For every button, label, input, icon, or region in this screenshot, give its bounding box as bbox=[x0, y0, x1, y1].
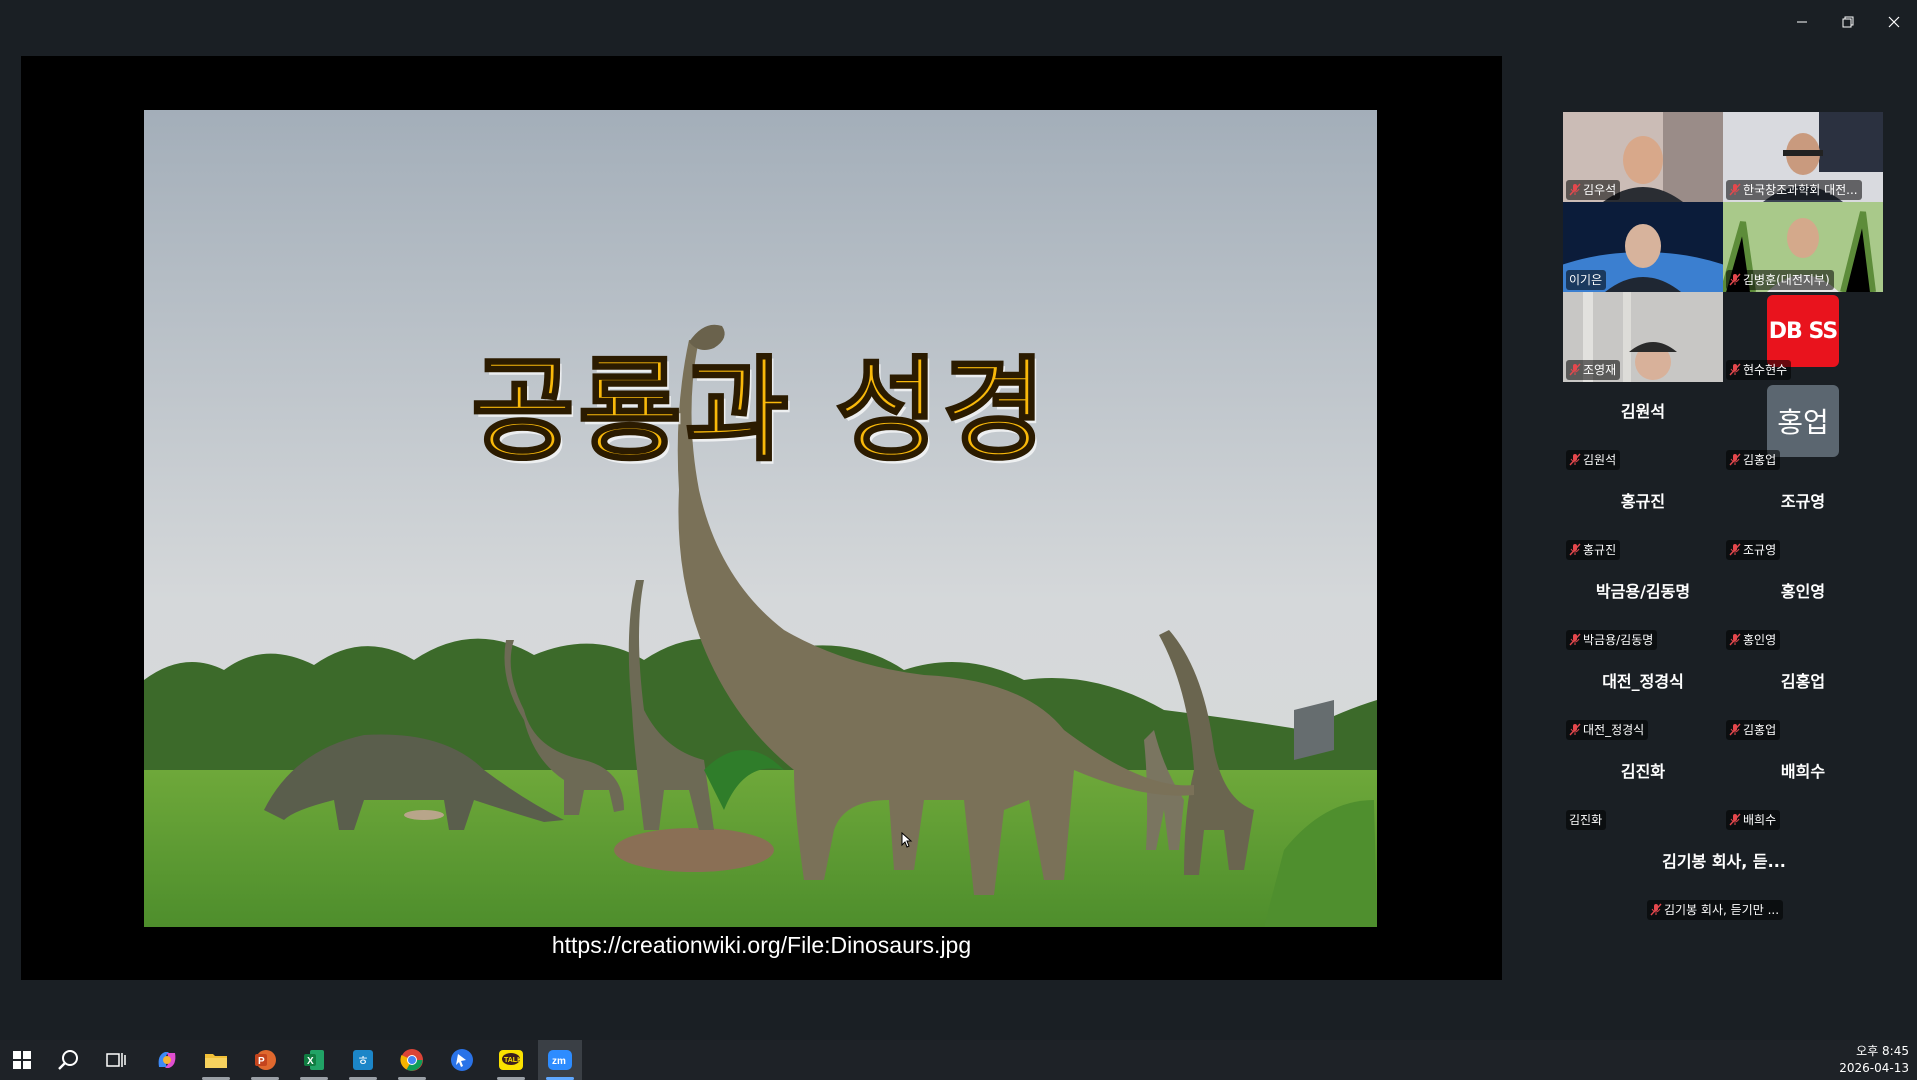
profile-badge: 홍업 bbox=[1767, 385, 1839, 457]
participant-label: 배희수 bbox=[1726, 810, 1781, 830]
avatar-tile[interactable]: 김기봉 회사, 듣... 김기봉 회사, 듣기만 ... bbox=[1644, 832, 1804, 922]
windows-start-icon[interactable] bbox=[0, 1040, 44, 1080]
window-controls bbox=[1779, 0, 1917, 44]
participant-label: 조영재 bbox=[1566, 360, 1621, 380]
mic-muted-icon bbox=[1729, 273, 1741, 286]
avatar-tile[interactable]: DB SS 현수현수 bbox=[1723, 292, 1883, 382]
avatar-tile[interactable]: 김진화 김진화 bbox=[1563, 742, 1723, 832]
participant-label: 김병훈(대전지부) bbox=[1726, 270, 1834, 290]
participant-display-name: 김홍업 bbox=[1780, 672, 1826, 691]
avatar-tile[interactable]: 김홍업 김홍업 bbox=[1723, 652, 1883, 742]
avatar-tile[interactable]: 배희수 배희수 bbox=[1723, 742, 1883, 832]
hancom-word-icon[interactable]: ㅎ bbox=[341, 1040, 385, 1080]
chrome-icon[interactable] bbox=[390, 1040, 434, 1080]
participant-display-name: 김진화 bbox=[1620, 762, 1666, 781]
participant-label: 홍규진 bbox=[1566, 540, 1621, 560]
participant-label: 김원석 bbox=[1566, 450, 1621, 470]
avatar-tile[interactable]: 조규영 조규영 bbox=[1723, 472, 1883, 562]
minimize-button[interactable] bbox=[1779, 0, 1825, 44]
participant-label: 홍인영 bbox=[1726, 630, 1781, 650]
participant-display-name: 조규영 bbox=[1780, 492, 1826, 511]
video-tile[interactable]: 한국창조과학회 대전... bbox=[1723, 112, 1883, 202]
mic-muted-icon bbox=[1729, 543, 1741, 556]
participant-display-name: 홍규진 bbox=[1620, 492, 1666, 511]
participant-label: 김기봉 회사, 듣기만 ... bbox=[1647, 900, 1784, 920]
powerpoint-icon[interactable]: P bbox=[243, 1040, 287, 1080]
search-icon[interactable] bbox=[46, 1040, 90, 1080]
svg-text:ㅎ: ㅎ bbox=[357, 1054, 369, 1069]
system-clock[interactable]: 오후 8:45 2026-04-13 bbox=[1839, 1043, 1909, 1077]
avatar-tile[interactable]: 김원석 김원석 bbox=[1563, 382, 1723, 472]
clock-date: 2026-04-13 bbox=[1839, 1061, 1909, 1075]
avatar-tile[interactable]: 대전_정경식 대전_정경식 bbox=[1563, 652, 1723, 742]
app-blue-icon[interactable] bbox=[440, 1040, 484, 1080]
kakaotalk-icon[interactable]: TALK bbox=[489, 1040, 533, 1080]
participant-label: 김홍업 bbox=[1726, 450, 1781, 470]
zoom-icon[interactable]: zm bbox=[538, 1040, 582, 1080]
taskbar: P X ㅎ TALK zm 오후 8:45 2026-04-13 bbox=[0, 1040, 1917, 1080]
participant-gallery: 김우석 한국창조과학회 대전... 이기은 김병훈(대전지부) 조영재 DB S… bbox=[1563, 112, 1885, 922]
svg-text:TALK: TALK bbox=[504, 1057, 522, 1064]
participant-label: 현수현수 bbox=[1726, 360, 1792, 380]
video-tile[interactable]: 김우석 bbox=[1563, 112, 1723, 202]
excel-icon[interactable]: X bbox=[292, 1040, 336, 1080]
task-view-icon[interactable] bbox=[94, 1040, 138, 1080]
mic-muted-icon bbox=[1729, 453, 1741, 466]
participant-label: 김진화 bbox=[1566, 810, 1607, 830]
video-tile[interactable]: 김병훈(대전지부) bbox=[1723, 202, 1883, 292]
video-tile[interactable]: 조영재 bbox=[1563, 292, 1723, 382]
participant-label: 김홍업 bbox=[1726, 720, 1781, 740]
mouse-cursor-icon bbox=[901, 832, 913, 848]
file-explorer-icon[interactable] bbox=[194, 1040, 238, 1080]
video-tile-active-speaker[interactable]: 이기은 bbox=[1563, 202, 1723, 292]
participant-label: 김우석 bbox=[1566, 180, 1621, 200]
participant-label: 대전_정경식 bbox=[1566, 720, 1649, 740]
mic-muted-icon bbox=[1729, 633, 1741, 646]
mic-muted-icon bbox=[1650, 903, 1662, 916]
mic-muted-icon bbox=[1569, 453, 1581, 466]
mic-muted-icon bbox=[1569, 633, 1581, 646]
participant-label: 이기은 bbox=[1566, 270, 1607, 290]
avatar-tile[interactable]: 박금용/김동명 박금용/김동명 bbox=[1563, 562, 1723, 652]
close-button[interactable] bbox=[1871, 0, 1917, 44]
slide-caption: https://creationwiki.org/File:Dinosaurs.… bbox=[551, 932, 972, 958]
mic-muted-icon bbox=[1729, 813, 1741, 826]
participant-display-name: 김원석 bbox=[1620, 402, 1666, 421]
mic-muted-icon bbox=[1569, 183, 1581, 196]
profile-badge: DB SS bbox=[1767, 295, 1839, 367]
mic-muted-icon bbox=[1569, 543, 1581, 556]
slide-title: 공룡과 성경 bbox=[470, 345, 1050, 478]
svg-text:P: P bbox=[258, 1056, 265, 1067]
mic-muted-icon bbox=[1729, 363, 1741, 376]
participant-label: 박금용/김동명 bbox=[1566, 630, 1658, 650]
mic-muted-icon bbox=[1569, 363, 1581, 376]
participant-display-name: 박금용/김동명 bbox=[1595, 582, 1691, 601]
participant-display-name: 배희수 bbox=[1780, 762, 1826, 781]
mic-muted-icon bbox=[1729, 183, 1741, 196]
avatar-tile[interactable]: 홍업 김홍업 bbox=[1723, 382, 1883, 472]
copilot-icon[interactable] bbox=[145, 1040, 189, 1080]
shared-screen: 공룡과 성경 https://creationwiki.org/File:Din… bbox=[21, 56, 1502, 980]
svg-text:X: X bbox=[307, 1056, 314, 1067]
participant-display-name: 김기봉 회사, 듣... bbox=[1662, 852, 1786, 871]
restore-button[interactable] bbox=[1825, 0, 1871, 44]
mic-muted-icon bbox=[1569, 723, 1581, 736]
avatar-tile[interactable]: 홍인영 홍인영 bbox=[1723, 562, 1883, 652]
participant-display-name: 대전_정경식 bbox=[1602, 672, 1684, 691]
participant-display-name: 홍인영 bbox=[1780, 582, 1826, 601]
mic-muted-icon bbox=[1729, 723, 1741, 736]
clock-time: 오후 8:45 bbox=[1856, 1044, 1909, 1058]
svg-text:zm: zm bbox=[552, 1056, 566, 1067]
slide-image: 공룡과 성경 bbox=[144, 110, 1377, 927]
participant-label: 조규영 bbox=[1726, 540, 1781, 560]
avatar-tile[interactable]: 홍규진 홍규진 bbox=[1563, 472, 1723, 562]
participant-label: 한국창조과학회 대전... bbox=[1726, 180, 1862, 200]
